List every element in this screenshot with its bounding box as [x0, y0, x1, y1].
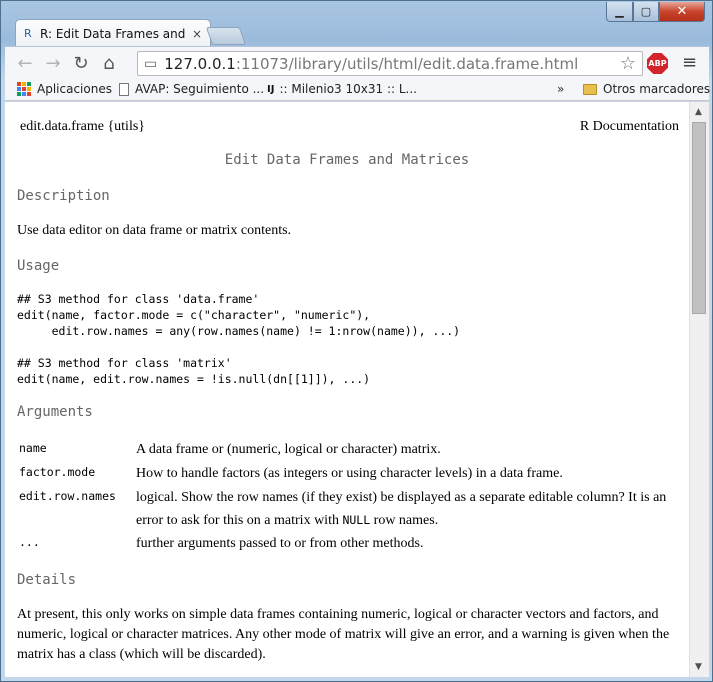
browser-tab[interactable]: R R: Edit Data Frames and M × [15, 19, 211, 47]
ij-logo-icon: IJ [267, 83, 275, 95]
argument-desc: A data frame or (numeric, logical or cha… [136, 442, 441, 457]
argument-name: name [19, 441, 47, 455]
maximize-button[interactable]: ▢ [633, 2, 659, 22]
bookmark-apps[interactable]: Aplicaciones [17, 82, 112, 96]
doc-header-right: R Documentation [579, 119, 679, 134]
argument-name: factor.mode [19, 465, 96, 479]
argument-desc: logical. Show the row names (if they exi… [136, 487, 681, 532]
bookmark-apps-label: Aplicaciones [37, 82, 112, 96]
new-tab-button[interactable] [205, 27, 247, 45]
document-icon [119, 82, 129, 96]
description-heading: Description [17, 188, 110, 204]
bookmarks-bar: Aplicaciones AVAP: Seguimiento ... IJ ::… [5, 79, 710, 101]
bookmark-other-label: Otros marcadores [603, 82, 711, 96]
bookmarks-more-icon[interactable]: » [557, 82, 564, 96]
apps-grid-icon [17, 82, 31, 96]
argument-desc: further arguments passed to or from othe… [136, 536, 424, 551]
bookmark-milenio[interactable]: IJ :: Milenio3 10x31 :: L... [267, 82, 417, 96]
bookmark-avap-label: AVAP: Seguimiento ... [135, 82, 265, 96]
forward-icon[interactable]: → [39, 53, 67, 74]
usage-code: ## S3 method for class 'data.frame' edit… [17, 292, 461, 386]
bookmark-milenio-label: :: Milenio3 10x31 :: L... [279, 82, 417, 96]
bookmark-avap[interactable]: AVAP: Seguimiento ... [119, 82, 264, 96]
description-text: Use data editor on data frame or matrix … [17, 223, 292, 238]
scroll-up-icon[interactable]: ▲ [695, 107, 702, 117]
page-content: edit.data.frame {utils} R Documentation … [5, 102, 689, 677]
usage-heading: Usage [17, 258, 60, 274]
r-favicon-icon: R [24, 27, 32, 40]
page-icon: ▭ [144, 55, 158, 72]
minimize-button[interactable]: ▁ [606, 2, 633, 22]
argument-desc: How to handle factors (as integers or us… [136, 466, 563, 481]
tab-title: R: Edit Data Frames and M [40, 26, 186, 41]
browser-window: R R: Edit Data Frames and M × ▁ ▢ ✕ ← → … [0, 0, 713, 682]
url-path: :11073/library/utils/html/edit.data.fram… [235, 54, 579, 73]
details-heading: Details [17, 572, 77, 588]
tab-close-icon[interactable]: × [192, 27, 202, 41]
scroll-down-icon[interactable]: ▼ [695, 662, 702, 672]
doc-header-left: edit.data.frame {utils} [20, 119, 146, 134]
home-icon[interactable]: ⌂ [95, 53, 123, 74]
bookmark-star-icon[interactable]: ☆ [620, 53, 636, 74]
url-host: 127.0.0.1 [164, 54, 236, 73]
close-window-button[interactable]: ✕ [659, 2, 705, 22]
vertical-scrollbar[interactable]: ▲ ▼ [689, 102, 709, 677]
null-code: NULL [342, 513, 371, 527]
chrome-menu-icon[interactable]: ≡ [682, 52, 697, 73]
adblock-icon[interactable]: ABP [647, 53, 668, 74]
argument-name: edit.row.names [19, 489, 116, 503]
browser-toolbar: ← → ↻ ⌂ ▭ 127.0.0.1:11073/library/utils/… [5, 46, 709, 79]
reload-icon[interactable]: ↻ [67, 53, 95, 74]
address-bar[interactable]: ▭ 127.0.0.1:11073/library/utils/html/edi… [137, 51, 643, 76]
arguments-heading: Arguments [17, 404, 93, 420]
argument-name: ... [19, 535, 40, 549]
argument-desc-text-end: row names. [370, 513, 439, 528]
scroll-thumb[interactable] [692, 122, 706, 314]
back-icon[interactable]: ← [11, 53, 39, 74]
bookmark-other-folder[interactable]: Otros marcadores [583, 82, 710, 96]
page-title: Edit Data Frames and Matrices [224, 152, 470, 168]
folder-icon [583, 83, 597, 95]
details-text: At present, this only works on simple da… [17, 607, 670, 662]
